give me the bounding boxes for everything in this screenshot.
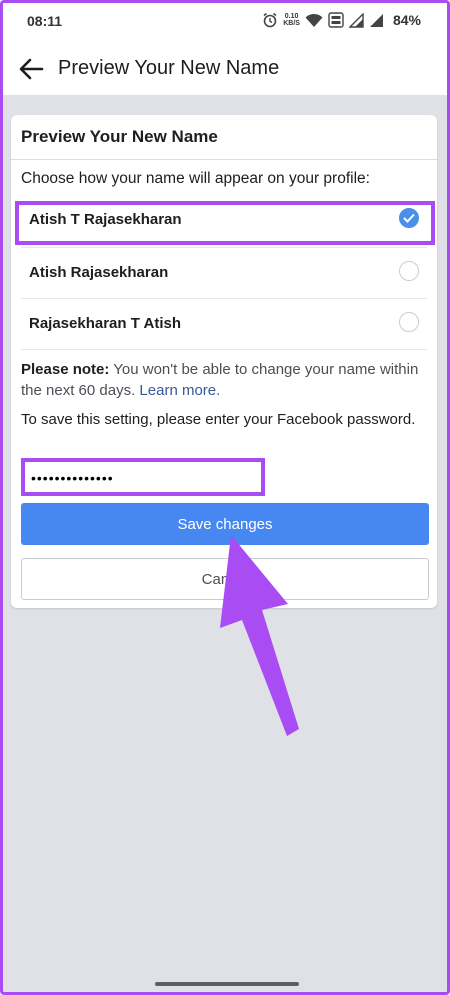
- radio-unchecked-icon[interactable]: [399, 312, 419, 332]
- speed-unit: KB/S: [283, 20, 300, 27]
- status-bar: 08:11 0.10 KB/S 84%: [3, 3, 447, 41]
- name-instruction: Choose how your name will appear on your…: [21, 170, 370, 187]
- speed-value: 0.10: [284, 13, 299, 20]
- name-option-label: Atish Rajasekharan: [29, 264, 169, 281]
- status-icons: 0.10 KB/S 84%: [262, 12, 421, 28]
- name-option-2[interactable]: Atish Rajasekharan: [21, 247, 427, 298]
- password-field-highlight: [21, 458, 265, 496]
- name-option-label: Rajasekharan T Atish: [29, 315, 181, 332]
- back-arrow-icon[interactable]: [17, 55, 45, 83]
- signal-icon-1: [348, 12, 364, 28]
- cancel-button[interactable]: Cancel: [21, 558, 429, 600]
- app-header: Preview Your New Name: [3, 41, 447, 95]
- options-divider: [21, 349, 427, 350]
- battery-level: 84%: [392, 12, 421, 28]
- password-input[interactable]: [29, 466, 261, 490]
- screen-frame: 08:11 0.10 KB/S 84% Preview Your New Nam…: [0, 0, 450, 995]
- learn-more-link[interactable]: Learn more.: [139, 382, 220, 399]
- signal-icon-2: [369, 13, 383, 27]
- preview-name-card: Preview Your New Name Choose how your na…: [11, 115, 437, 608]
- name-change-note: Please note: You won't be able to change…: [21, 359, 421, 401]
- status-time: 08:11: [27, 13, 63, 29]
- radio-unchecked-icon[interactable]: [399, 261, 419, 281]
- card-title: Preview Your New Name: [21, 127, 218, 146]
- password-prompt: To save this setting, please enter your …: [21, 411, 416, 428]
- note-label: Please note:: [21, 361, 110, 378]
- wifi-icon: [305, 13, 323, 27]
- page-title: Preview Your New Name: [58, 57, 280, 79]
- volte-icon: [328, 12, 344, 28]
- card-divider: [11, 159, 437, 160]
- network-speed: 0.10 KB/S: [283, 13, 300, 27]
- alarm-icon: [263, 12, 277, 28]
- name-option-3[interactable]: Rajasekharan T Atish: [21, 298, 427, 349]
- save-changes-button[interactable]: Save changes: [21, 503, 429, 545]
- home-indicator[interactable]: [155, 982, 299, 986]
- selected-option-highlight: [15, 201, 435, 245]
